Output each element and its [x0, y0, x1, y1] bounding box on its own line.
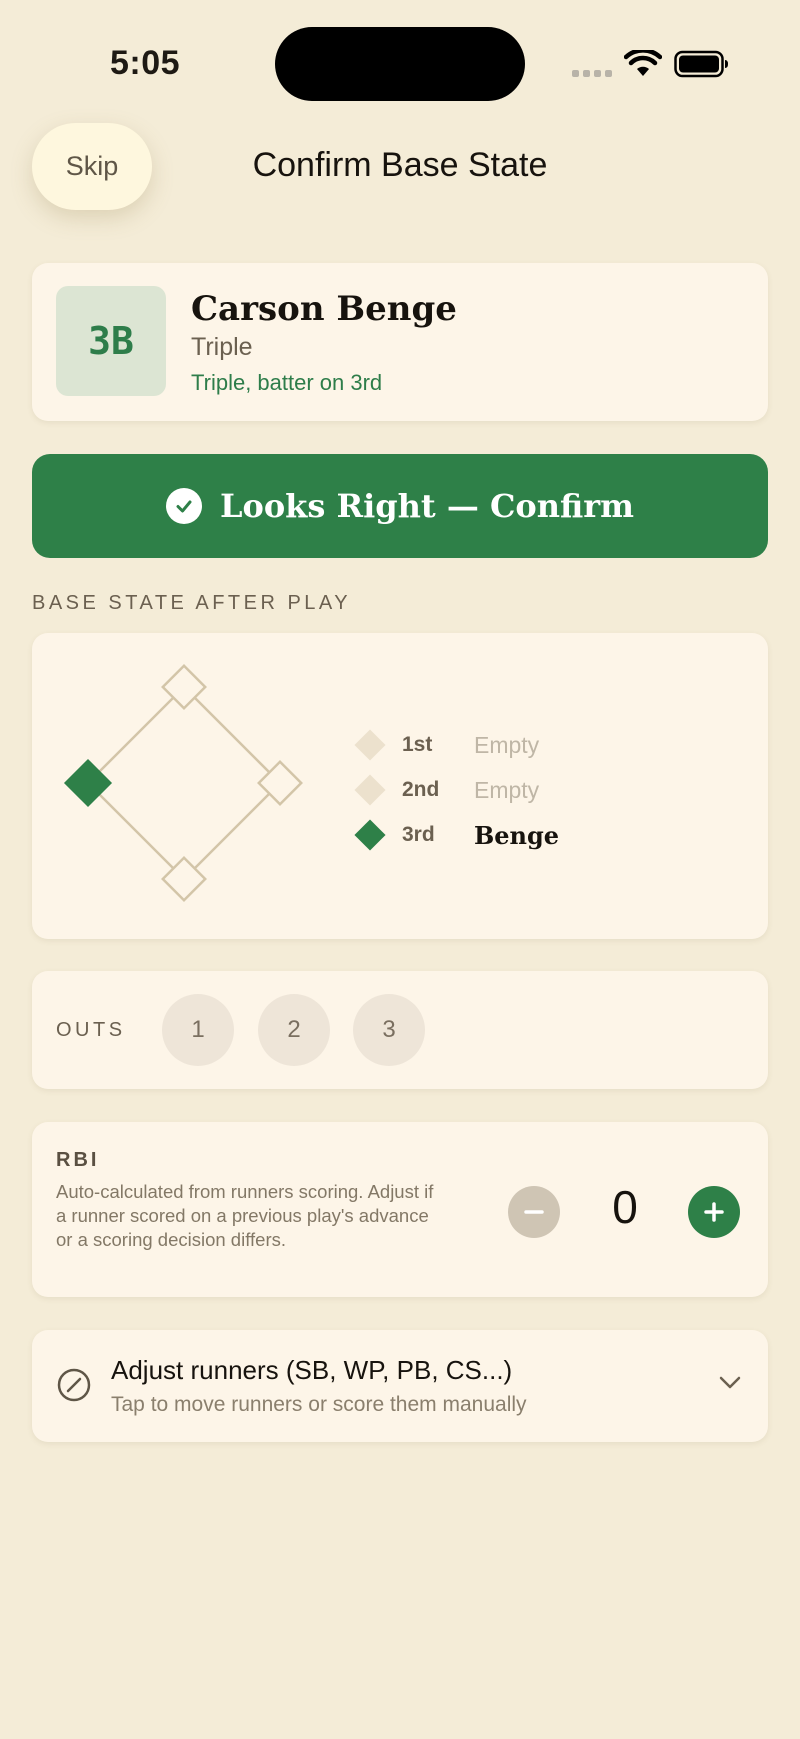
- base-row-second[interactable]: 2nd Empty: [352, 770, 652, 815]
- cellular-signal-icon: [572, 70, 614, 78]
- status-time: 5:05: [110, 44, 181, 82]
- player-name: Carson Benge: [191, 289, 457, 329]
- base-name: 1st: [402, 733, 433, 756]
- chevron-down-icon: [719, 1376, 741, 1389]
- play-result-badge: 3B: [56, 286, 166, 396]
- minus-icon: [524, 1210, 544, 1214]
- empty-base-icon: [354, 774, 386, 806]
- rbi-increment-button[interactable]: [688, 1186, 740, 1238]
- outs-option-3[interactable]: 3: [353, 994, 425, 1066]
- rbi-value: 0: [612, 1181, 638, 1233]
- base-row-third[interactable]: 3rd Benge: [352, 815, 652, 860]
- rbi-label: RBI: [56, 1149, 100, 1171]
- base-occupant: Empty: [474, 732, 540, 758]
- base-row-first[interactable]: 1st Empty: [352, 725, 652, 770]
- base-occupant: Empty: [474, 777, 540, 803]
- rbi-decrement-button[interactable]: [508, 1186, 560, 1238]
- status-bar: 5:05: [0, 0, 800, 130]
- occupied-base-icon: [354, 819, 386, 851]
- plus-icon: [704, 1202, 724, 1222]
- adjust-runners-title: Adjust runners (SB, WP, PB, CS...): [111, 1355, 513, 1385]
- adjust-runners-row[interactable]: Adjust runners (SB, WP, PB, CS...) Tap t…: [32, 1330, 768, 1442]
- base-occupant: Benge: [474, 821, 560, 850]
- outs-option-1[interactable]: 1: [162, 994, 234, 1066]
- base-state-card: 1st Empty 2nd Empty 3rd Benge: [32, 633, 768, 939]
- outs-option-2[interactable]: 2: [258, 994, 330, 1066]
- rbi-card: RBI Auto-calculated from runners scoring…: [32, 1122, 768, 1297]
- outs-label: OUTS: [56, 1019, 126, 1041]
- play-summary-card: 3B Carson Benge Triple Triple, batter on…: [32, 263, 768, 421]
- skip-button[interactable]: Skip: [32, 123, 152, 210]
- confirm-button[interactable]: Looks Right — Confirm: [32, 454, 768, 558]
- play-description: Triple, batter on 3rd: [191, 370, 383, 395]
- adjust-runners-icon: [57, 1368, 91, 1402]
- base-name: 3rd: [402, 823, 435, 846]
- rbi-help-text: Auto-calculated from runners scoring. Ad…: [56, 1181, 434, 1250]
- baseball-diamond: [63, 664, 303, 902]
- empty-base-icon: [354, 729, 386, 761]
- wifi-icon: [624, 50, 662, 76]
- outs-card: OUTS 1 2 3: [32, 971, 768, 1089]
- page-title: Confirm Base State: [252, 146, 548, 184]
- check-circle-icon: [165, 488, 202, 524]
- base-name: 2nd: [402, 778, 440, 801]
- confirm-button-label: Looks Right — Confirm: [219, 487, 635, 525]
- play-type: Triple: [191, 333, 253, 361]
- dynamic-island: [275, 27, 525, 101]
- base-state-section-label: BASE STATE AFTER PLAY: [32, 592, 352, 614]
- battery-icon: [674, 50, 728, 78]
- base-occupancy-list: 1st Empty 2nd Empty 3rd Benge: [352, 725, 652, 860]
- adjust-runners-subtitle: Tap to move runners or score them manual…: [111, 1393, 527, 1416]
